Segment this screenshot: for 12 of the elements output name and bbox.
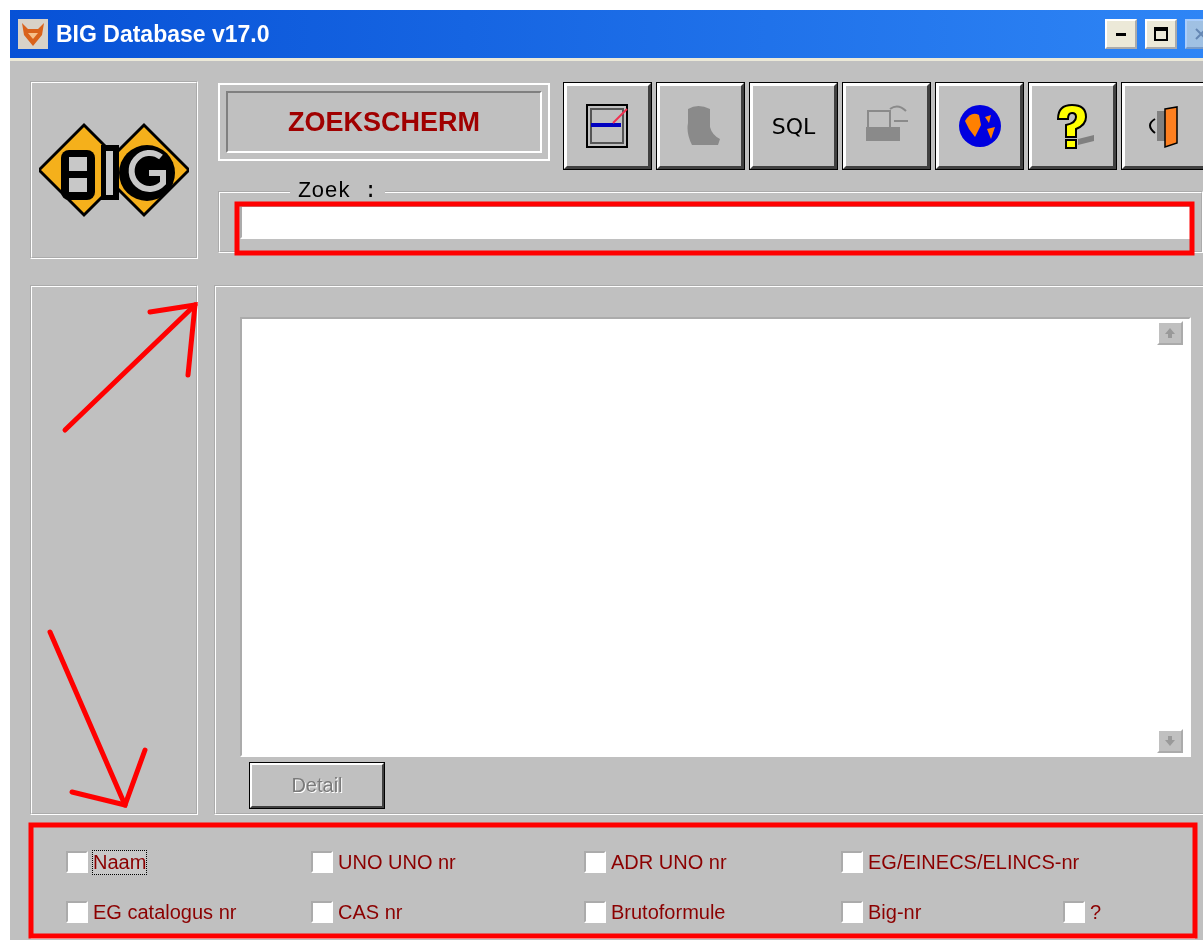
screen-title: ZOEKSCHERM bbox=[226, 91, 542, 153]
checkbox-label[interactable]: ADR UNO nr bbox=[610, 849, 728, 875]
checkbox-label[interactable]: EG catalogus nr bbox=[92, 899, 238, 925]
checkbox-label[interactable]: EG/EINECS/ELINCS-nr bbox=[867, 849, 1081, 875]
checkbox-label[interactable]: CAS nr bbox=[337, 899, 404, 925]
checkbox-label[interactable]: ? bbox=[1089, 899, 1103, 925]
sql-button[interactable]: SQL bbox=[750, 83, 837, 169]
checkbox-label[interactable]: UNO UNO nr bbox=[337, 849, 457, 875]
checkbox-label[interactable]: Big-nr bbox=[867, 899, 923, 925]
checkbox-label[interactable]: Naam bbox=[92, 849, 148, 875]
window-title: BIG Database v17.0 bbox=[56, 20, 271, 48]
checkbox-label[interactable]: Brutoformule bbox=[610, 899, 727, 925]
